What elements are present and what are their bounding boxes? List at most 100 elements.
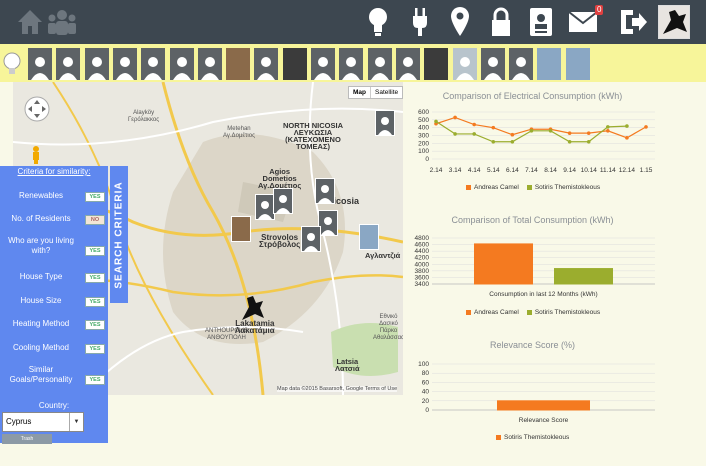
data-point[interactable] <box>567 139 572 144</box>
similar-user-avatar[interactable] <box>84 48 109 80</box>
map-marker-user[interactable] <box>301 226 321 252</box>
y-tick-label: 20 <box>422 398 430 405</box>
data-point[interactable] <box>453 115 457 120</box>
similar-user-avatar[interactable] <box>197 48 222 80</box>
x-tick-label: 9.14 <box>563 167 576 174</box>
map-label-latsia: Latsia Λατσιά <box>335 357 360 373</box>
data-point[interactable] <box>491 125 496 130</box>
similar-user-avatar[interactable] <box>112 48 137 80</box>
country-label: Country: <box>38 401 70 410</box>
data-point[interactable] <box>491 139 496 144</box>
criteria-label: Renewables <box>18 191 64 200</box>
y-tick-label: 3800 <box>415 268 430 275</box>
criteria-title[interactable]: Criteria for similarity: <box>0 167 108 176</box>
map-type-satellite-button[interactable]: Satellite <box>371 87 402 98</box>
map-marker-user[interactable] <box>255 194 275 220</box>
criteria-toggle[interactable]: YES <box>85 344 105 354</box>
similar-user-avatar[interactable] <box>395 48 420 80</box>
map-type-map-button[interactable]: Map <box>349 87 371 98</box>
lightbulb-icon[interactable] <box>362 5 394 39</box>
similar-user-avatar[interactable] <box>339 48 364 80</box>
logout-icon[interactable] <box>617 5 649 39</box>
similar-user-avatar[interactable] <box>565 48 590 80</box>
similar-user-avatar[interactable] <box>56 48 81 80</box>
user-avatar[interactable] <box>658 5 690 39</box>
similar-user-avatar[interactable] <box>28 48 52 80</box>
criteria-toggle[interactable]: NO <box>85 215 105 225</box>
criteria-row: Cooling Method YES <box>0 341 108 365</box>
data-point[interactable] <box>510 132 515 137</box>
legend-swatch <box>466 310 471 315</box>
search-criteria-tab[interactable]: SEARCH CRITERIA <box>110 166 128 303</box>
criteria-toggle[interactable]: YES <box>85 297 105 307</box>
criteria-row: House Size YES <box>0 294 108 318</box>
similar-user-avatar[interactable] <box>254 48 279 80</box>
criteria-toggle[interactable]: YES <box>85 320 105 330</box>
x-tick-label: 8.14 <box>544 167 557 174</box>
tips-lightbulb-icon[interactable] <box>2 50 22 78</box>
y-tick-label: 0 <box>425 156 429 163</box>
y-tick-label: 80 <box>422 370 430 377</box>
country-select[interactable]: Cyprus ▼ <box>2 412 84 432</box>
bar[interactable] <box>497 400 590 411</box>
similar-user-avatar[interactable] <box>282 48 307 80</box>
similar-user-avatar[interactable] <box>141 48 166 80</box>
electric-chart-title: Comparison of Electrical Consumption (kW… <box>442 91 623 101</box>
criteria-toggle[interactable]: YES <box>85 273 105 283</box>
y-tick-label: 4800 <box>415 235 430 242</box>
map-marker-user[interactable] <box>375 110 395 136</box>
criteria-row: No. of Residents NO <box>0 212 108 236</box>
data-point[interactable] <box>586 139 591 144</box>
bar[interactable] <box>474 243 533 285</box>
bar[interactable] <box>554 268 613 285</box>
data-point[interactable] <box>472 132 476 136</box>
data-point[interactable] <box>606 129 610 133</box>
data-point[interactable] <box>606 125 610 129</box>
data-point[interactable] <box>529 129 534 133</box>
map-marker-user-photo[interactable] <box>231 216 251 242</box>
legend-swatch <box>496 435 501 440</box>
data-point[interactable] <box>625 124 629 128</box>
map-marker-current-user[interactable] <box>239 294 265 322</box>
similar-user-avatar[interactable] <box>480 48 505 80</box>
map-marker-user-photo[interactable] <box>359 224 379 250</box>
data-point[interactable] <box>644 125 648 129</box>
total-chart-title: Comparison of Total Consumption (kWh) <box>451 215 614 225</box>
map-pin-icon[interactable] <box>444 5 476 39</box>
data-point[interactable] <box>510 139 515 144</box>
map-pan-control[interactable] <box>24 96 50 130</box>
criteria-label: House Type <box>19 272 63 281</box>
community-icon[interactable] <box>46 5 78 39</box>
data-point[interactable] <box>586 131 591 135</box>
data-point[interactable] <box>548 129 553 133</box>
data-point[interactable] <box>625 136 629 140</box>
similar-user-avatar[interactable] <box>424 48 449 80</box>
criteria-toggle[interactable]: YES <box>85 246 105 256</box>
map-marker-user[interactable] <box>273 188 293 214</box>
home-icon[interactable] <box>14 5 46 39</box>
criteria-toggle[interactable]: YES <box>85 375 105 385</box>
y-tick-label: 300 <box>418 133 429 140</box>
criteria-panel: Criteria for similarity: Renewables YES No… <box>0 166 108 444</box>
data-point[interactable] <box>434 119 438 124</box>
data-point[interactable] <box>453 132 457 136</box>
lock-icon[interactable] <box>485 5 517 39</box>
similar-user-avatar[interactable] <box>226 48 251 80</box>
map-marker-user[interactable] <box>318 210 338 236</box>
similar-user-avatar[interactable] <box>452 48 477 80</box>
x-tick-label: 4.14 <box>468 167 481 174</box>
contact-card-icon[interactable] <box>525 5 557 39</box>
data-point[interactable] <box>567 131 572 135</box>
similar-user-avatar[interactable] <box>537 48 562 80</box>
similar-user-avatar[interactable] <box>367 48 392 80</box>
map-marker-user[interactable] <box>315 178 335 204</box>
data-point[interactable] <box>472 122 476 127</box>
similar-user-avatar[interactable] <box>169 48 194 80</box>
plug-icon[interactable] <box>404 5 436 39</box>
similar-user-avatar[interactable] <box>509 48 534 80</box>
criteria-toggle[interactable]: YES <box>85 192 105 202</box>
trash-button[interactable]: Trash <box>2 434 52 444</box>
similar-user-avatar[interactable] <box>311 48 335 80</box>
street-view-pegman-icon[interactable] <box>32 146 40 164</box>
criteria-label: Similar Goals/Personality <box>9 365 73 384</box>
